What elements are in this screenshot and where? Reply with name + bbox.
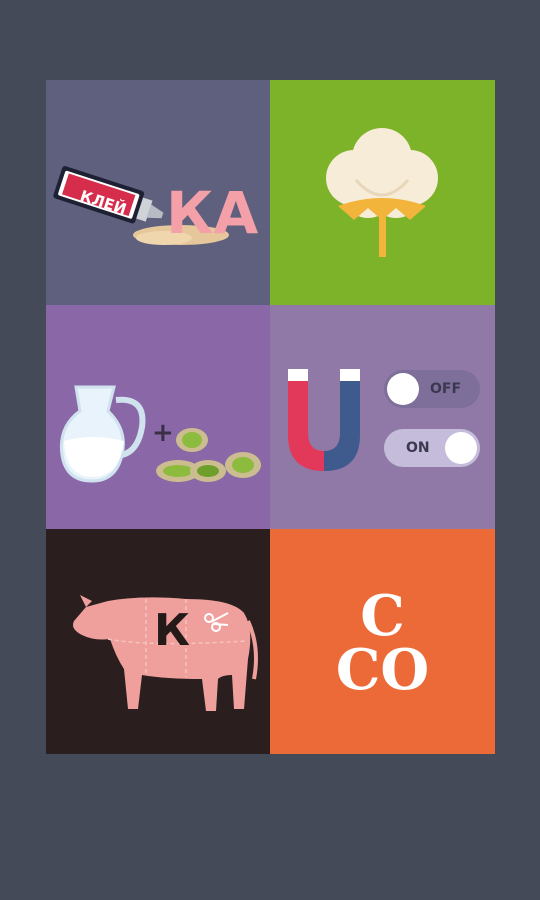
tile-cow-k[interactable]: К (46, 529, 270, 754)
horseshoe-magnet-icon (288, 369, 360, 471)
tile-cotton[interactable] (270, 80, 495, 305)
game-screen: { "tiles": { "glue": { "tube_label": "КЛ… (0, 0, 540, 900)
cow-letter: К (154, 605, 190, 656)
glue-letters: КА (166, 179, 258, 247)
toggle-on-label: ON (406, 440, 430, 456)
tile-magnet-toggle[interactable]: OFF ON (270, 305, 495, 529)
toggle-off-label: OFF (430, 381, 462, 397)
puzzle-board: КЛЕЙ КА + OFF ON К С СО (46, 80, 495, 754)
glue-tube-icon: КЛЕЙ КА (53, 166, 258, 247)
toggle-off[interactable]: OFF (384, 370, 480, 408)
pistachio-icon (156, 428, 261, 482)
toggle-on[interactable]: ON (384, 429, 480, 467)
tile-milk-pistachio[interactable]: + (46, 305, 270, 529)
soco-line-2: СО (335, 636, 430, 703)
soco-text: С СО (270, 529, 495, 754)
toggle-knob (387, 373, 419, 405)
tile-soco[interactable]: С СО (270, 529, 495, 754)
toggle-knob (445, 432, 477, 464)
cotton-flower-icon (326, 128, 438, 257)
soco-line-1: С (360, 582, 405, 649)
cow-icon: К (73, 595, 258, 711)
tile-glue-ka[interactable]: КЛЕЙ КА (46, 80, 270, 305)
